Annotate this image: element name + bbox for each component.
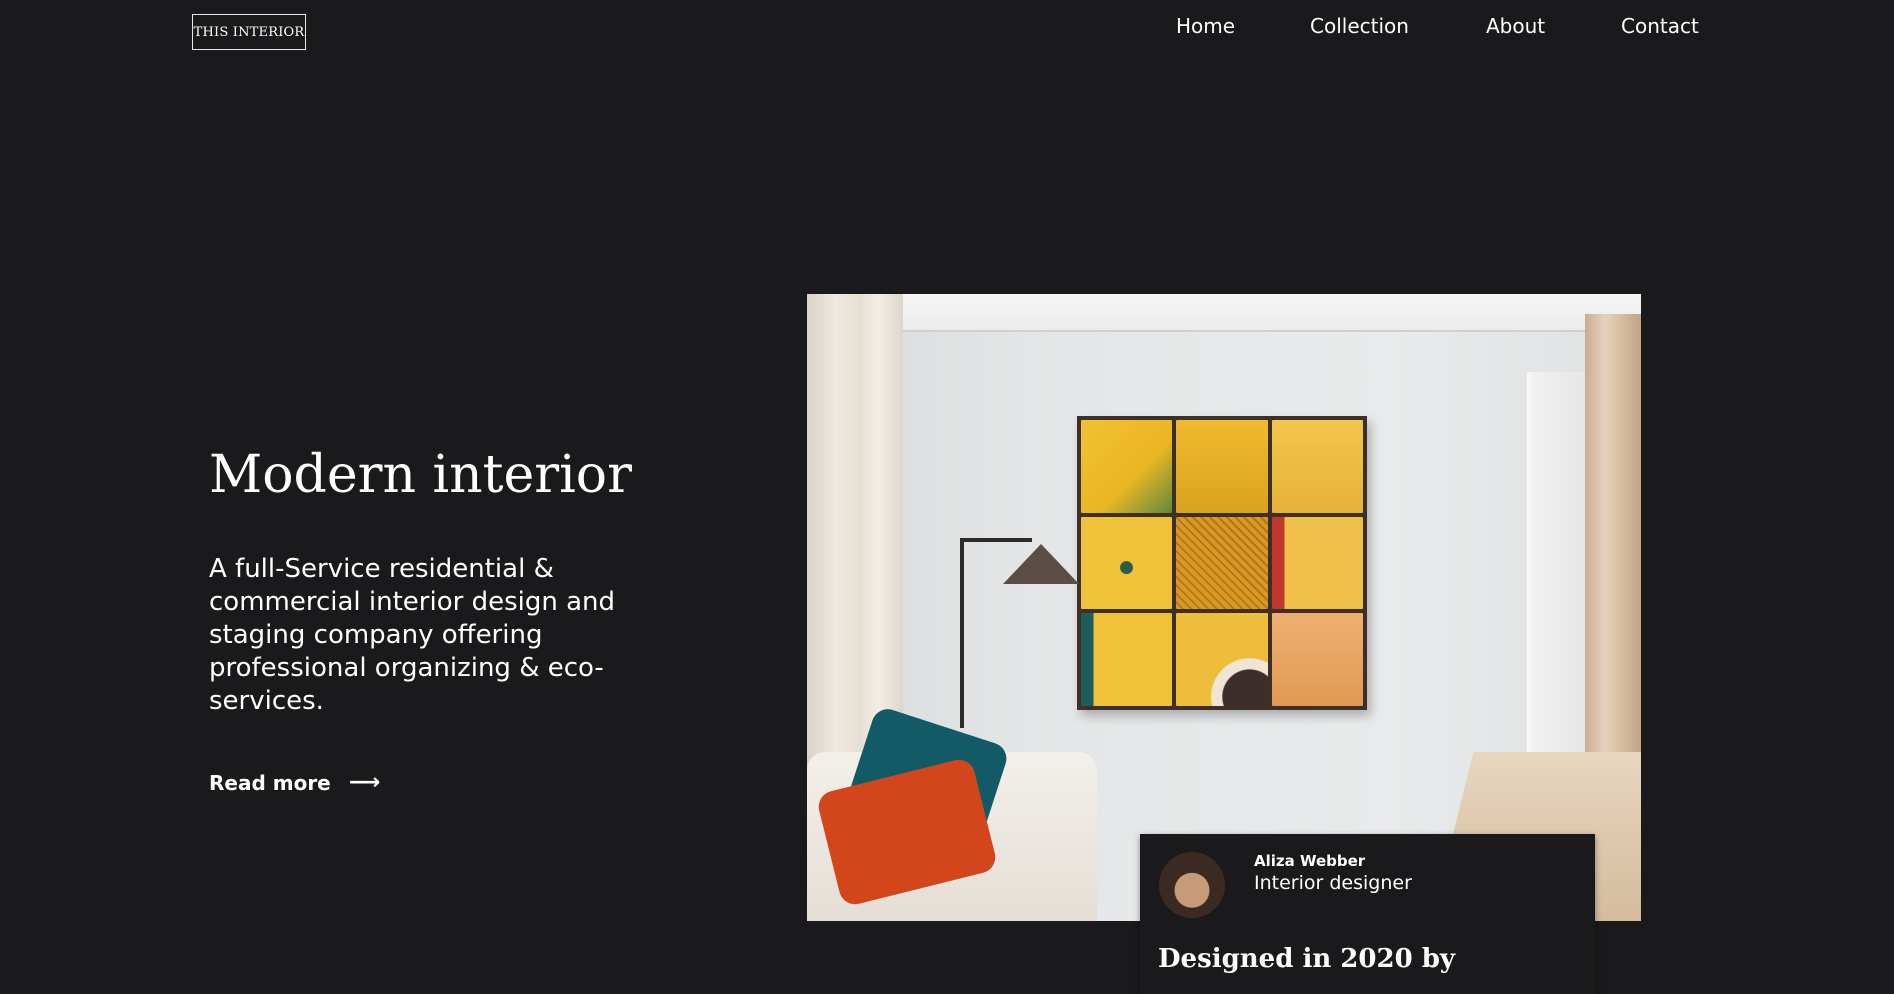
card-heading: Designed in 2020 by [1158,944,1455,974]
photo-floor-lamp [960,538,964,728]
photo-ceiling [807,294,1641,332]
hero-description: A full-Service residential & commercial … [209,554,616,716]
nav-link-contact[interactable]: Contact [1621,14,1699,38]
designer-avatar [1159,852,1225,918]
designer-name: Aliza Webber [1254,852,1366,870]
nav-link-collection[interactable]: Collection [1310,14,1409,38]
arrow-right-icon: ⟶ [348,770,381,795]
read-more-label: Read more [209,770,331,795]
nav-link-about[interactable]: About [1486,14,1545,38]
hero-room-photo [807,294,1641,921]
designer-card: Aliza Webber Interior designer Designed … [1140,834,1595,994]
photo-wall-artwork [1077,416,1367,710]
read-more-link[interactable]: Read more ⟶ [209,770,380,795]
photo-lamp-shade [1003,544,1079,584]
hero-title: Modern interior [209,445,632,505]
photo-lamp-arm [960,538,1032,542]
designer-role: Interior designer [1254,872,1412,894]
logo[interactable]: THIS INTERIOR [192,14,306,50]
nav-link-home[interactable]: Home [1176,14,1235,38]
